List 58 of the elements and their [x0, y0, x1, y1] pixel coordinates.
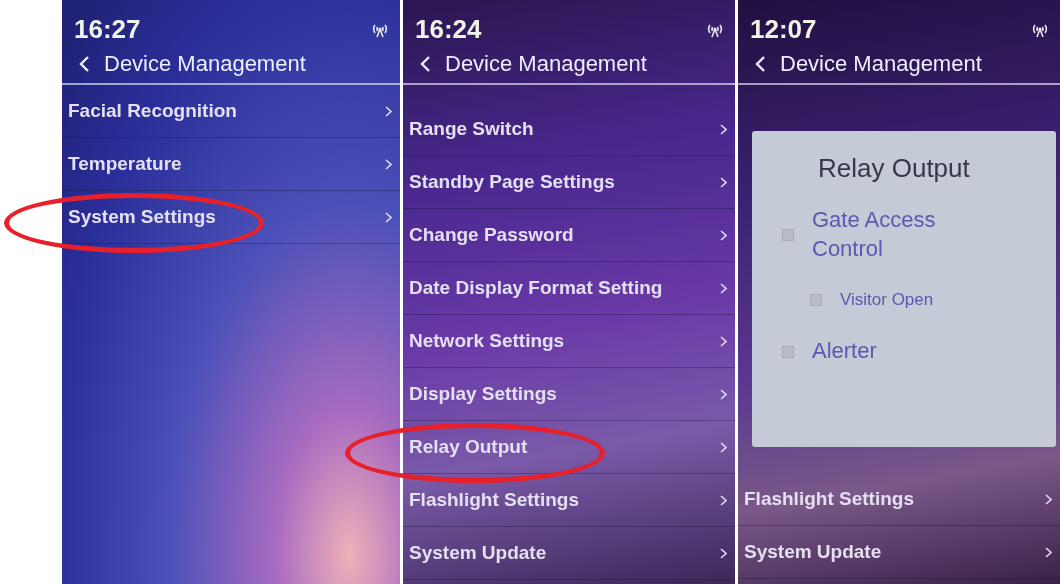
menu-item[interactable]: Flashlight Settings [738, 473, 1060, 526]
menu-label: Range Switch [409, 118, 534, 140]
chevron-icon [720, 547, 727, 559]
menu-label: Flashlight Settings [744, 488, 914, 510]
menu-item[interactable]: System Update [403, 527, 735, 580]
screen-title: Device Management [780, 51, 982, 77]
chevron-icon [720, 441, 727, 453]
menu-label: Change Password [409, 224, 574, 246]
menu-item[interactable]: Change Password [403, 209, 735, 262]
chevron-icon [720, 176, 727, 188]
chevron-icon [385, 158, 392, 170]
chevron-icon [720, 388, 727, 400]
menu-item[interactable]: Standby Page Settings [403, 156, 735, 209]
menu-item[interactable]: Display Settings [403, 368, 735, 421]
chevron-icon [385, 105, 392, 117]
checkbox[interactable] [782, 345, 794, 358]
back-icon[interactable] [78, 55, 90, 73]
status-time: 16:24 [415, 14, 482, 45]
menu-label: Facial Recognition [68, 100, 237, 122]
chevron-icon [1045, 493, 1052, 505]
screen-title: Device Management [445, 51, 647, 77]
menu-label: Relay Output [409, 436, 528, 458]
menu-item[interactable]: System Update [738, 526, 1060, 579]
dialog-title: Relay Output [818, 153, 971, 184]
back-icon[interactable] [419, 55, 431, 73]
menu-item[interactable]: Date Display Format Setting [403, 262, 735, 315]
menu-label: Temperature [68, 153, 182, 175]
chevron-icon [1045, 546, 1052, 558]
menu-item[interactable]: Facial Recognition [62, 85, 400, 138]
option-label[interactable]: Gate Access Control [812, 206, 982, 264]
menu-item[interactable]: System Settings [62, 191, 400, 244]
menu-label: Standby Page Settings [409, 171, 615, 193]
menu-item[interactable]: Temperature [62, 138, 400, 191]
chevron-icon [720, 282, 727, 294]
chevron-icon [720, 123, 727, 135]
menu-item[interactable]: Network Settings [403, 315, 735, 368]
checkbox[interactable] [810, 294, 822, 307]
menu-label: System Update [409, 542, 547, 564]
menu-item[interactable]: Range Switch [403, 103, 735, 156]
option-label[interactable]: Visitor Open [840, 289, 1010, 312]
menu-label: System Settings [68, 206, 216, 228]
status-time: 12:07 [750, 14, 817, 45]
menu-label: System Update [744, 541, 882, 563]
menu-item[interactable]: Flashlight Settings [403, 474, 735, 527]
menu-label: Date Display Format Setting [409, 277, 663, 299]
screen-title: Device Management [104, 51, 306, 77]
chevron-icon [720, 494, 727, 506]
chevron-icon [720, 229, 727, 241]
chevron-icon [720, 335, 727, 347]
chevron-icon [385, 211, 392, 223]
option-label[interactable]: Alerter [812, 337, 982, 366]
menu-label: Display Settings [409, 383, 557, 405]
menu-label: Network Settings [409, 330, 565, 352]
checkbox[interactable] [782, 228, 794, 241]
status-time: 16:27 [74, 14, 141, 45]
menu-item[interactable]: Relay Output [403, 421, 735, 474]
menu-label: Flashlight Settings [409, 489, 579, 511]
back-icon[interactable] [754, 55, 766, 73]
